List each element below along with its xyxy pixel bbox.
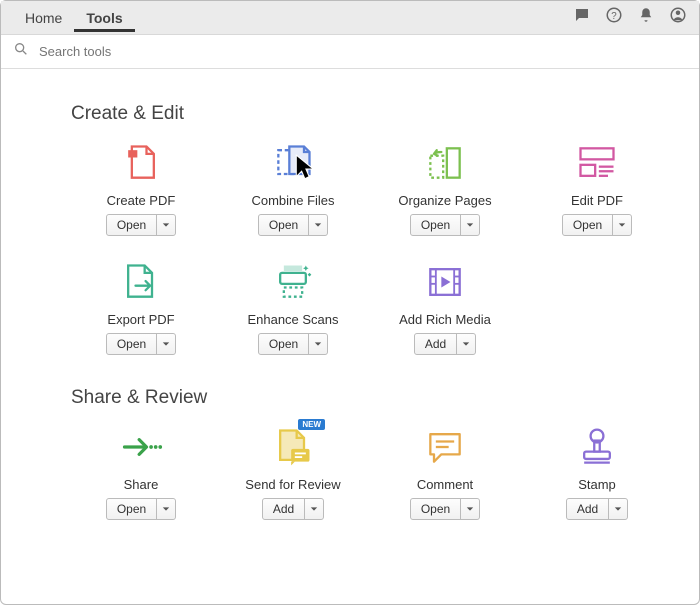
svg-text:?: ? xyxy=(611,11,617,22)
chevron-down-icon[interactable] xyxy=(305,499,323,519)
edit-pdf-icon xyxy=(570,139,624,187)
tool-combine-files[interactable]: Combine Files Open xyxy=(223,139,363,236)
button-main[interactable]: Add xyxy=(567,499,609,519)
bell-icon[interactable] xyxy=(637,6,655,29)
tool-comment[interactable]: Comment Open xyxy=(375,423,515,520)
section-title-create-edit: Create & Edit xyxy=(71,103,671,125)
chat-icon[interactable] xyxy=(573,6,591,29)
button-main[interactable]: Open xyxy=(107,334,157,354)
tool-organize-pages[interactable]: Organize Pages Open xyxy=(375,139,515,236)
search-bar xyxy=(1,35,699,69)
tool-create-pdf[interactable]: Create PDF Open xyxy=(71,139,211,236)
tool-export-pdf[interactable]: Export PDF Open xyxy=(71,258,211,355)
stamp-icon xyxy=(570,423,624,471)
organize-pages-icon xyxy=(418,139,472,187)
tool-label: Comment xyxy=(417,477,473,492)
grid-share-review: Share Open NEW Send for Review xyxy=(71,423,671,520)
chevron-down-icon[interactable] xyxy=(461,499,479,519)
enhance-scans-icon xyxy=(266,258,320,306)
comment-icon xyxy=(418,423,472,471)
add-rich-media-icon xyxy=(418,258,472,306)
tool-button[interactable]: Open xyxy=(410,498,480,520)
tool-button[interactable]: Add xyxy=(262,498,324,520)
tool-label: Enhance Scans xyxy=(247,312,338,327)
button-main[interactable]: Open xyxy=(107,215,157,235)
section-title-share-review: Share & Review xyxy=(71,387,671,409)
profile-icon[interactable] xyxy=(669,6,687,29)
button-main[interactable]: Open xyxy=(259,334,309,354)
grid-create-edit: Create PDF Open Combine Files Open xyxy=(71,139,671,355)
help-icon[interactable]: ? xyxy=(605,6,623,29)
tool-button[interactable]: Open xyxy=(258,333,328,355)
tool-enhance-scans[interactable]: Enhance Scans Open xyxy=(223,258,363,355)
top-bar: Home Tools ? xyxy=(1,1,699,35)
tool-add-rich-media[interactable]: Add Rich Media Add xyxy=(375,258,515,355)
chevron-down-icon[interactable] xyxy=(157,215,175,235)
button-main[interactable]: Add xyxy=(263,499,305,519)
chevron-down-icon[interactable] xyxy=(609,499,627,519)
tool-label: Share xyxy=(124,477,159,492)
tool-label: Edit PDF xyxy=(571,193,623,208)
tool-edit-pdf[interactable]: Edit PDF Open xyxy=(527,139,667,236)
tab-home[interactable]: Home xyxy=(13,4,74,32)
button-main[interactable]: Open xyxy=(259,215,309,235)
tabs: Home Tools xyxy=(13,4,573,32)
chevron-down-icon[interactable] xyxy=(613,215,631,235)
tool-button[interactable]: Open xyxy=(258,214,328,236)
tool-label: Create PDF xyxy=(107,193,176,208)
tool-label: Organize Pages xyxy=(398,193,491,208)
button-main[interactable]: Open xyxy=(563,215,613,235)
tool-label: Combine Files xyxy=(251,193,334,208)
button-main[interactable]: Open xyxy=(411,499,461,519)
export-pdf-icon xyxy=(114,258,168,306)
tool-send-for-review[interactable]: NEW Send for Review Add xyxy=(223,423,363,520)
chevron-down-icon[interactable] xyxy=(309,334,327,354)
button-main[interactable]: Open xyxy=(411,215,461,235)
tool-button[interactable]: Open xyxy=(410,214,480,236)
chevron-down-icon[interactable] xyxy=(157,334,175,354)
tool-button[interactable]: Open xyxy=(106,214,176,236)
tool-label: Add Rich Media xyxy=(399,312,491,327)
tab-tools[interactable]: Tools xyxy=(74,4,134,32)
button-main[interactable]: Open xyxy=(107,499,157,519)
tool-button[interactable]: Open xyxy=(562,214,632,236)
search-input[interactable] xyxy=(37,43,237,60)
tool-label: Send for Review xyxy=(245,477,340,492)
tool-button[interactable]: Add xyxy=(566,498,628,520)
search-icon xyxy=(13,41,29,62)
button-main[interactable]: Add xyxy=(415,334,457,354)
tool-label: Stamp xyxy=(578,477,616,492)
tool-button[interactable]: Add xyxy=(414,333,476,355)
combine-files-icon xyxy=(266,139,320,187)
send-for-review-icon xyxy=(266,423,320,471)
chevron-down-icon[interactable] xyxy=(457,334,475,354)
create-pdf-icon xyxy=(114,139,168,187)
tool-button[interactable]: Open xyxy=(106,333,176,355)
content: Create & Edit Create PDF Open xyxy=(1,69,699,538)
tool-label: Export PDF xyxy=(107,312,174,327)
top-icons: ? xyxy=(573,6,687,29)
chevron-down-icon[interactable] xyxy=(309,215,327,235)
chevron-down-icon[interactable] xyxy=(157,499,175,519)
tool-stamp[interactable]: Stamp Add xyxy=(527,423,667,520)
tool-button[interactable]: Open xyxy=(106,498,176,520)
tool-share[interactable]: Share Open xyxy=(71,423,211,520)
share-icon xyxy=(114,423,168,471)
chevron-down-icon[interactable] xyxy=(461,215,479,235)
